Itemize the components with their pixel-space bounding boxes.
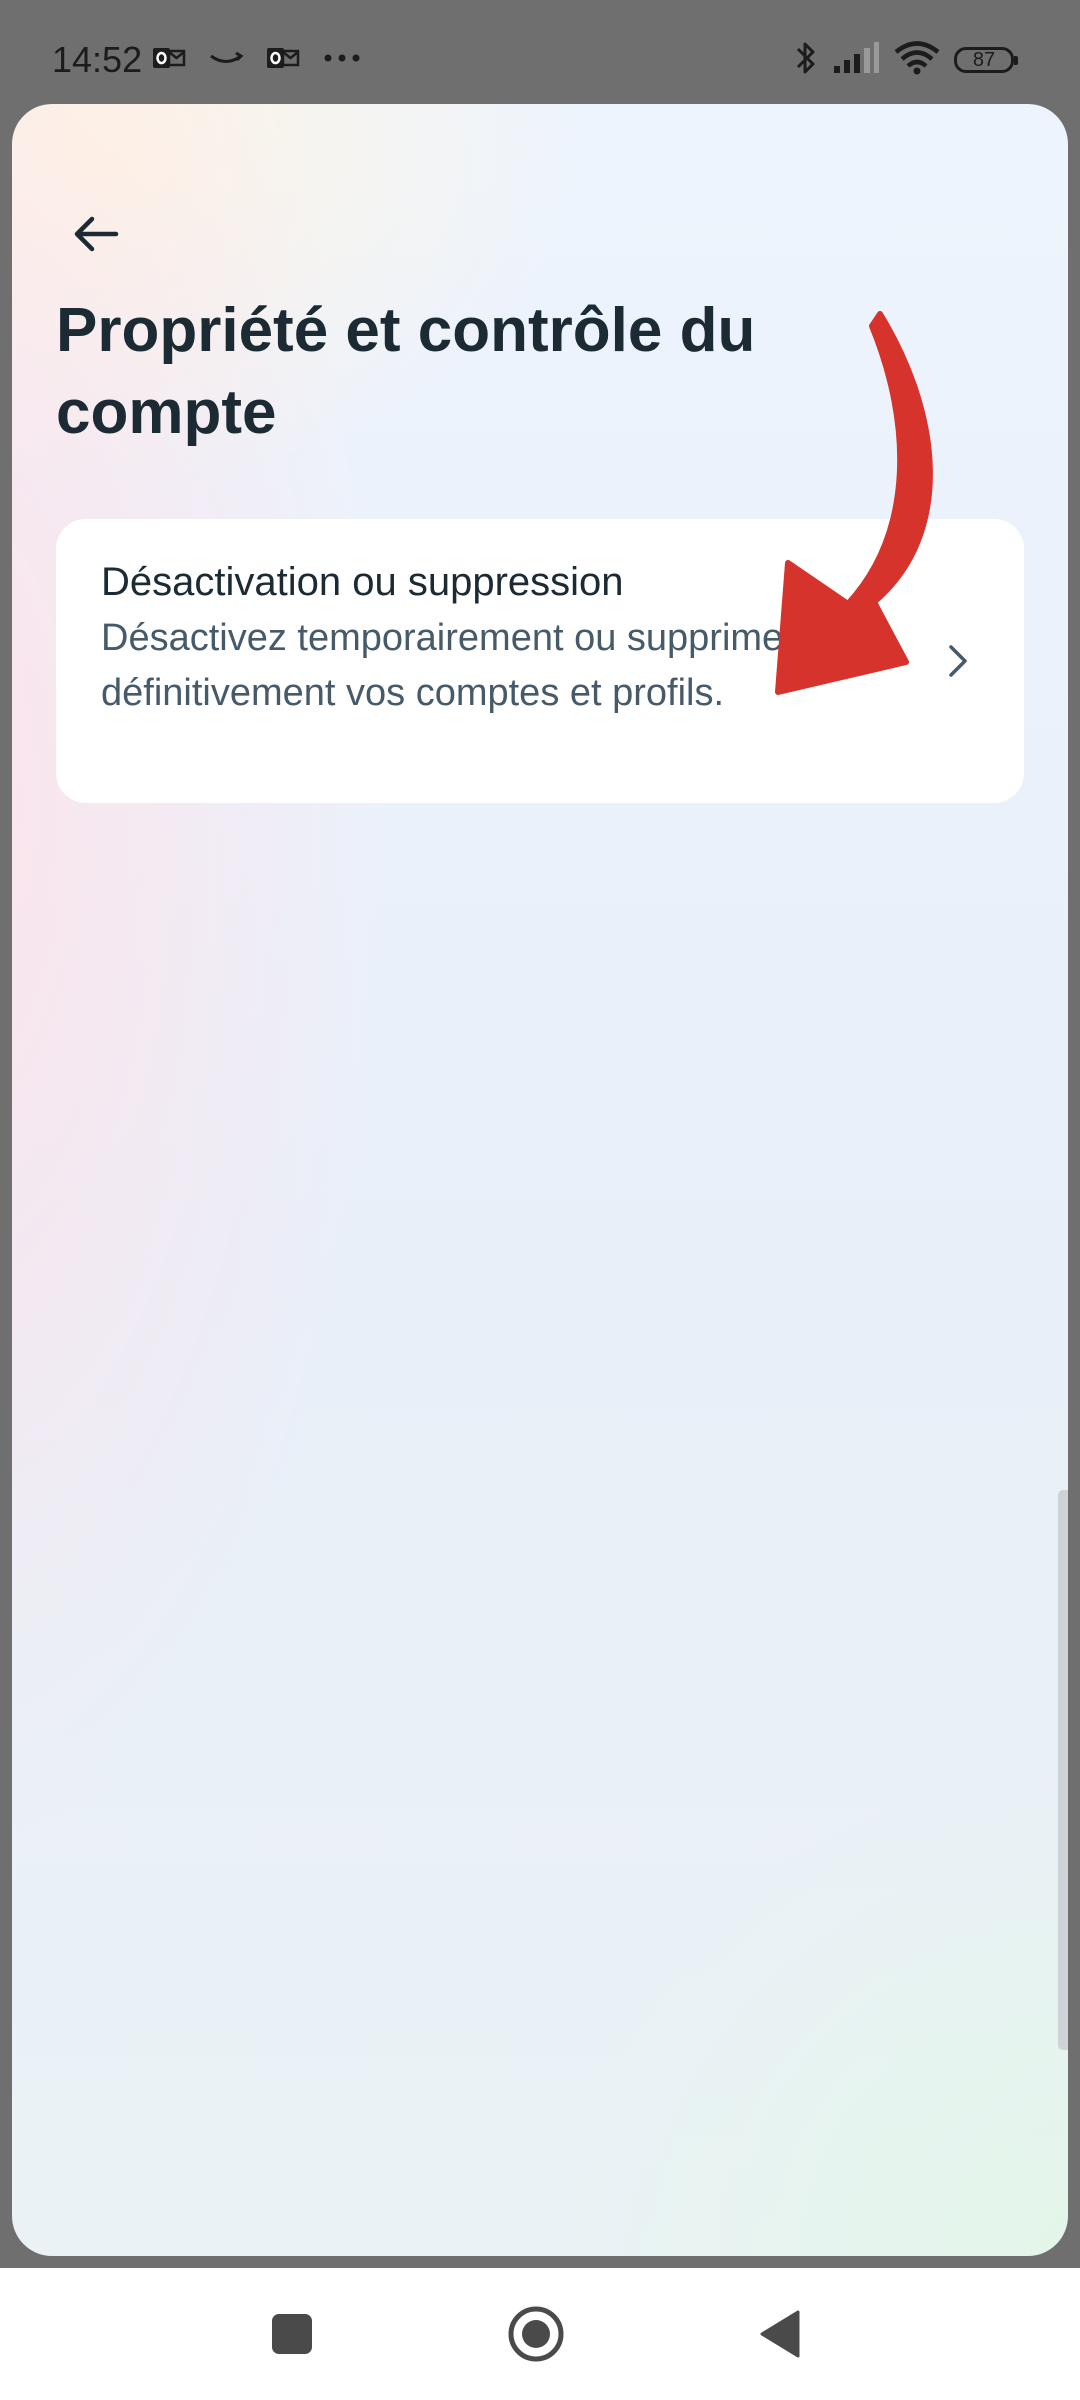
outlook-icon bbox=[266, 43, 300, 78]
option-description: Désactivez temporairement ou supprimez d… bbox=[101, 617, 803, 714]
status-bar: 14:52 87 bbox=[0, 0, 1080, 104]
signal-icon bbox=[832, 41, 880, 79]
system-icons: 87 bbox=[794, 38, 1018, 82]
battery-icon: 87 bbox=[954, 47, 1018, 73]
home-icon bbox=[506, 2304, 566, 2369]
navigation-bar bbox=[0, 2268, 1080, 2400]
arrow-left-icon bbox=[72, 214, 120, 259]
scrollbar[interactable] bbox=[1058, 1490, 1068, 2050]
wifi-icon bbox=[894, 40, 940, 80]
amazon-icon bbox=[208, 43, 244, 78]
recents-icon bbox=[270, 2312, 314, 2361]
back-icon bbox=[758, 2309, 802, 2364]
bluetooth-icon bbox=[794, 39, 818, 82]
outlook-icon bbox=[152, 43, 186, 78]
account-ownership-sheet: Propriété et contrôle du compte Désactiv… bbox=[12, 104, 1068, 2256]
notification-icons bbox=[152, 38, 362, 82]
home-button[interactable] bbox=[488, 2288, 584, 2384]
recents-button[interactable] bbox=[244, 2288, 340, 2384]
page-title: Propriété et contrôle du compte bbox=[56, 296, 756, 447]
deactivation-deletion-option[interactable]: Désactivation ou suppression Désactivez … bbox=[56, 519, 1024, 803]
more-notifications-icon bbox=[322, 43, 362, 78]
battery-level: 87 bbox=[972, 48, 996, 71]
back-button[interactable] bbox=[52, 192, 140, 280]
option-title: Désactivation ou suppression bbox=[101, 560, 624, 604]
back-nav-button[interactable] bbox=[732, 2288, 828, 2384]
chevron-right-icon bbox=[938, 639, 978, 683]
status-time: 14:52 bbox=[52, 39, 143, 80]
